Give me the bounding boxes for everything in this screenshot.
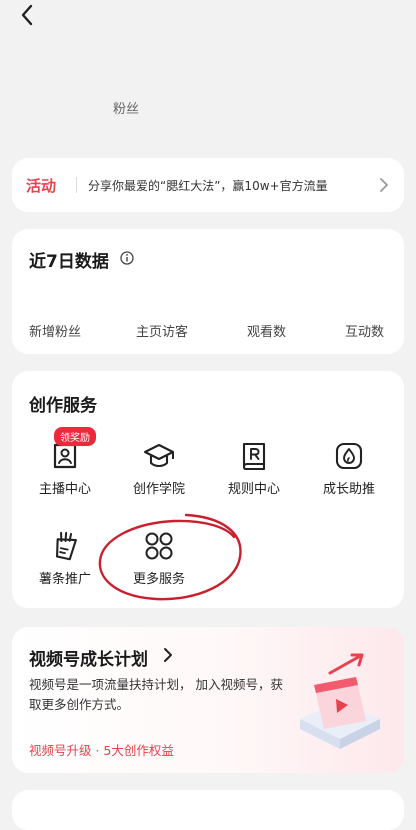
- service-label: 薯条推广: [38, 572, 91, 587]
- metric-new-fans[interactable]: 新增粉丝: [29, 321, 81, 340]
- chevron-right-icon: [380, 178, 388, 192]
- metric-interactions[interactable]: 互动数: [345, 321, 384, 340]
- video-clapper-illustration: [300, 653, 380, 749]
- growth-upgrade-link[interactable]: 视频号升级 · 5大创作权益: [29, 740, 174, 759]
- activity-text: 分享你最爱的“腮红大法”，赢10w+官方流量: [88, 179, 328, 193]
- service-label: 主播中心: [38, 482, 91, 497]
- services-title: 创作服务: [29, 396, 97, 416]
- graduation-cap-icon: [143, 443, 175, 468]
- service-growth-boost[interactable]: 成长助推: [309, 439, 389, 497]
- creation-services-card: 创作服务 主播中心 领奖励 创作学院 规则中心 成长助推 薯条推广 更多服务: [12, 371, 404, 608]
- activity-tag: 活动: [26, 177, 57, 195]
- service-rules-center[interactable]: 规则中心: [214, 439, 294, 497]
- divider: [76, 177, 77, 193]
- metric-views[interactable]: 观看数: [247, 321, 286, 340]
- service-label: 创作学院: [132, 482, 185, 497]
- chevron-right-icon: [164, 648, 172, 662]
- service-more[interactable]: 更多服务: [119, 529, 199, 587]
- service-creator-academy[interactable]: 创作学院: [119, 439, 199, 497]
- back-button[interactable]: [14, 2, 40, 28]
- service-fries-promotion[interactable]: 薯条推广: [25, 529, 105, 587]
- flame-boost-icon: [335, 442, 363, 470]
- rules-book-icon: [242, 442, 266, 471]
- data-card-title: 近7日数据: [29, 252, 109, 272]
- service-streamer-center[interactable]: 主播中心: [25, 439, 105, 497]
- chevron-left-icon: [21, 4, 33, 26]
- recent-data-card: 近7日数据 新增粉丝 主页访客 观看数 互动数: [12, 229, 404, 354]
- metric-profile-visitors[interactable]: 主页访客: [136, 321, 188, 340]
- fans-label: 粉丝: [113, 102, 140, 117]
- fries-promo-icon: [56, 531, 77, 561]
- reward-badge: 领奖励: [54, 427, 96, 446]
- next-card: [12, 790, 404, 830]
- growth-description: 视频号是一项流量扶持计划， 加入视频号，获取更多创作方式。: [29, 677, 283, 712]
- service-label: 成长助推: [322, 482, 375, 497]
- info-icon[interactable]: [120, 251, 134, 265]
- service-label: 更多服务: [132, 572, 185, 587]
- service-label: 规则中心: [227, 482, 280, 497]
- more-grid-icon: [145, 532, 173, 560]
- activity-banner[interactable]: 活动 分享你最爱的“腮红大法”，赢10w+官方流量: [12, 158, 404, 212]
- video-growth-plan-card[interactable]: 视频号成长计划 视频号是一项流量扶持计划， 加入视频号，获取更多创作方式。 视频…: [12, 627, 404, 773]
- growth-title: 视频号成长计划: [29, 650, 148, 670]
